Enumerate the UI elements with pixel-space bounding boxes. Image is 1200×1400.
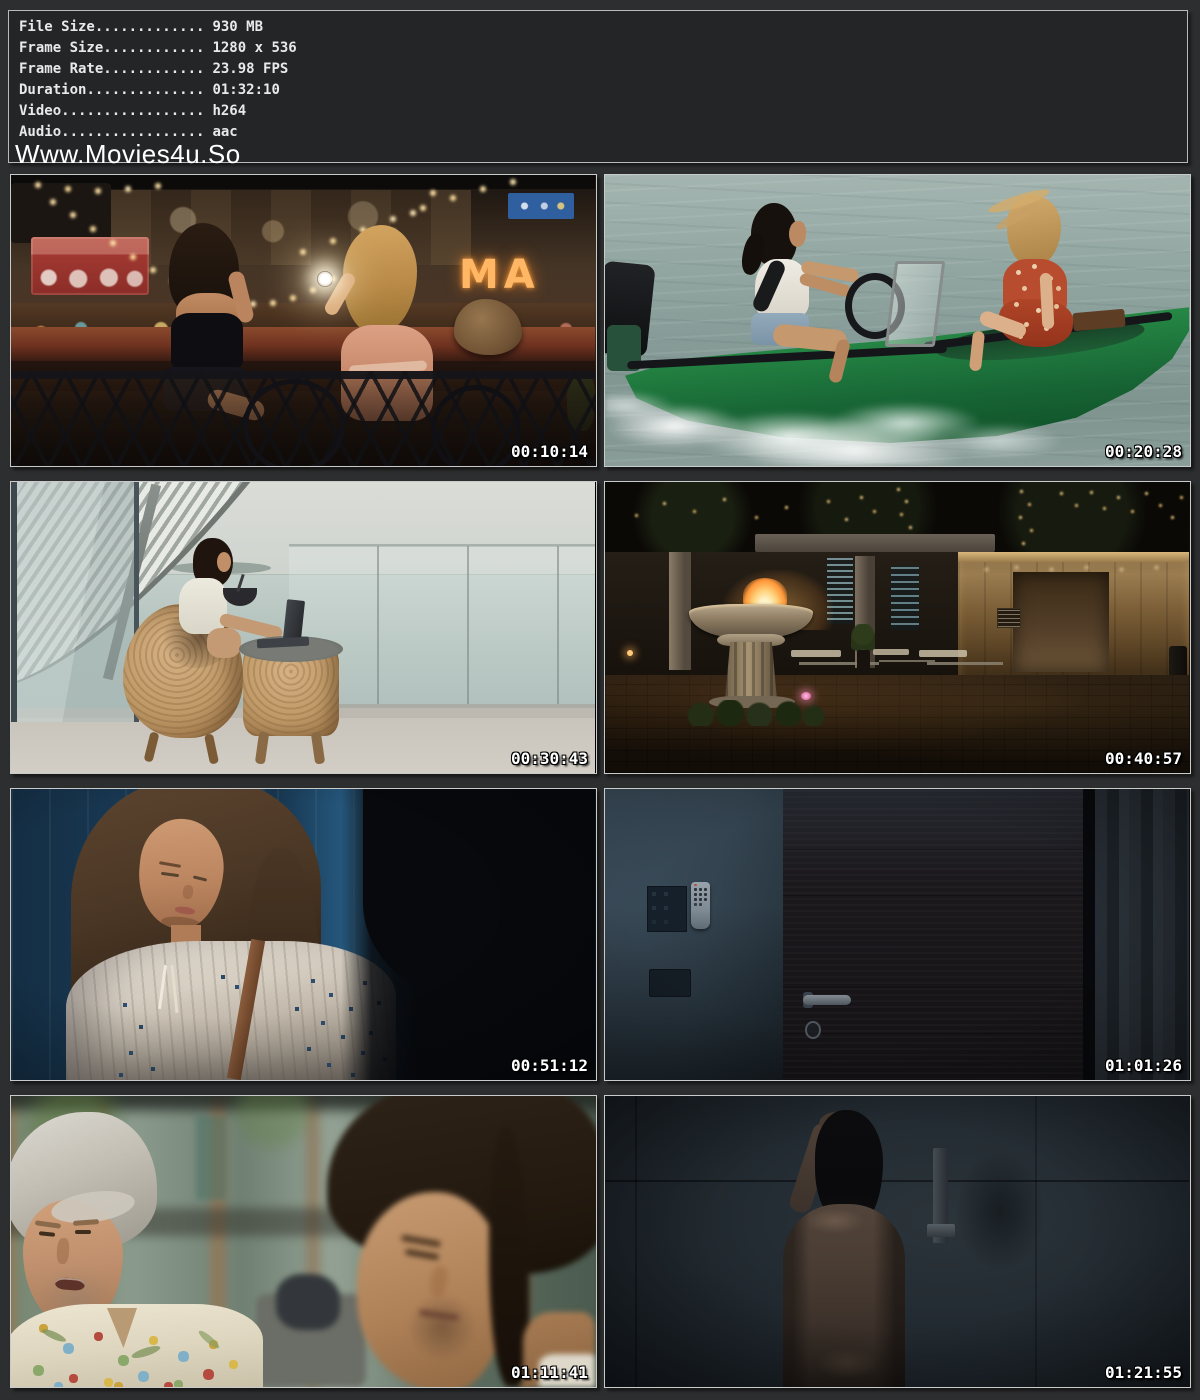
beard-shading [407,1292,477,1362]
boat-wake-spray [605,371,1065,466]
bench [873,649,909,655]
glass-wall [11,482,139,722]
neon-sign-letters: MA [459,255,540,295]
windshield [885,261,946,347]
timestamp-overlay: 00:51:12 [511,1058,588,1074]
still-art [11,1096,596,1387]
blue-light-decor [891,566,919,630]
dj-booth [11,183,111,243]
movie-still-two-men: 01:11:41 [10,1095,597,1388]
info-leader: ................. [61,103,204,119]
info-leader: ................. [61,124,204,140]
vignette [11,789,596,1080]
still-art [11,789,596,1080]
movie-still-balcony: 00:30:43 [10,481,597,774]
woman-legs [207,628,241,658]
info-label: Frame Rate [19,61,103,77]
timestamp-overlay: 00:30:43 [511,751,588,767]
trash-bin [1169,646,1187,676]
string-lights [11,175,15,179]
pavilion-column [669,552,691,670]
younger-man-blurred [11,1096,596,1387]
timestamp-overlay: 00:40:57 [1105,751,1182,767]
info-value: h264 [204,103,246,119]
timestamp-overlay: 01:01:26 [1105,1058,1182,1074]
info-label: File Size [19,19,95,35]
plant-pot [857,650,870,672]
pedestal-column [725,642,777,700]
site-watermark: Www.Movies4u.So [15,141,241,167]
media-info-lines: File Size.............930 MB Frame Size.… [19,17,297,143]
vignette [605,789,1190,1080]
info-value: 930 MB [204,19,263,35]
building-ceiling-light [958,552,1189,562]
downlights [605,482,608,485]
info-label: Audio [19,124,61,140]
info-label: Frame Size [19,40,103,56]
timestamp-overlay: 00:10:14 [511,444,588,460]
garden-lamp [627,650,633,656]
info-value: 23.98 FPS [204,61,288,77]
info-label: Duration [19,82,86,98]
info-leader: .............. [86,82,204,98]
timestamp-overlay: 01:11:41 [511,1365,588,1381]
still-art [605,482,1190,773]
lobby-recess [1013,572,1109,672]
driver-face [789,221,806,247]
mural-wall [111,190,471,265]
movie-still-shower: 01:21:55 [604,1095,1191,1388]
bench [919,650,967,657]
movie-still-dark-door: 01:01:26 [604,788,1191,1081]
info-label: Video [19,103,61,119]
movie-still-courtyard: 00:40:57 [604,481,1191,774]
info-value: aac [204,124,237,140]
shrubs [679,700,825,726]
movie-still-blouse-woman: 00:51:12 [10,788,597,1081]
timestamp-overlay: 00:20:28 [1105,444,1182,460]
movie-still-boat: 00:20:28 [604,174,1191,467]
still-art [605,175,1190,466]
movie-still-night-market: MA 00:10:14 [10,174,597,467]
still-art [605,1096,1190,1387]
chair-hoop [243,379,345,466]
info-value: 1280 x 536 [204,40,296,56]
info-leader: ............ [103,40,204,56]
still-art [605,789,1190,1080]
info-row-filesize: File Size.............930 MB [19,17,297,38]
still-art: MA [11,175,596,466]
blue-sign [508,193,574,219]
info-leader: ............. [95,19,205,35]
chair-hoop [431,385,521,466]
phone-flash-glow [317,271,333,287]
vignette [605,1096,1190,1387]
info-row-duration: Duration..............01:32:10 [19,80,297,101]
pink-flower-light [801,692,811,700]
woman-face [217,552,231,572]
info-leader: ............ [103,61,204,77]
info-row-framerate: Frame Rate............23.98 FPS [19,59,297,80]
red-banner [31,237,149,295]
info-value: 01:32:10 [204,82,279,98]
media-info-panel: File Size.............930 MB Frame Size.… [8,10,1188,163]
bench [791,650,841,657]
woman-white-top [179,578,227,634]
pavilion-beam [755,534,995,552]
dress-floral-pattern [605,175,608,178]
info-row-framesize: Frame Size............1280 x 536 [19,38,297,59]
info-row-video: Video.................h264 [19,101,297,122]
still-art [11,482,596,773]
woman1-black-top [171,313,243,371]
wall-plaque [997,608,1021,628]
timestamp-overlay: 01:21:55 [1105,1365,1182,1381]
